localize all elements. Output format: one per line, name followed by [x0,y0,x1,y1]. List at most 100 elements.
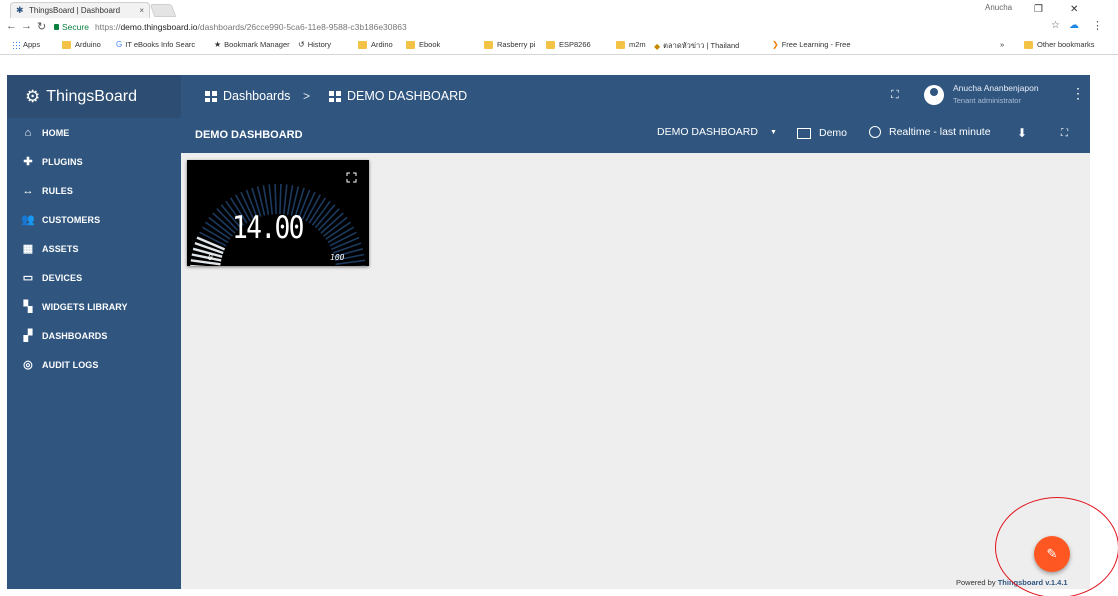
code-arrows-icon: ↔ [22,184,34,197]
bookmark-label: Rasberry pi [497,40,536,49]
close-window-icon[interactable]: ✕ [1070,4,1078,15]
more-bookmarks-button[interactable]: » [1000,40,1004,49]
bookmark-label: ตลาดหัวข่าว | Thailand [663,41,740,50]
fullscreen-icon[interactable]: ⛶ [1061,128,1068,139]
breadcrumb-label: DEMO DASHBOARD [347,89,468,103]
bookmark-label: Ardino [371,40,393,49]
thingsboard-favicon-icon: ✱ [16,5,24,15]
reload-icon[interactable]: ↻ [37,20,46,33]
packt-icon: ❯ [772,40,779,49]
new-tab-button[interactable] [149,4,177,17]
entity-alias-label: Demo [819,127,848,139]
forward-arrow-icon[interactable]: → [21,20,32,32]
page-margin [0,55,1118,75]
widget-fullscreen-icon-path [346,172,357,183]
bookmark-ebook[interactable]: Ebook [406,40,440,49]
tab-close-icon[interactable]: × [139,6,144,15]
bookmark-label: m2m [629,40,646,49]
cloud-extension-icon[interactable]: ☁ [1069,20,1079,31]
people-icon: 👥 [21,214,35,226]
home-icon: ⌂ [24,126,32,139]
dashboard-title: DEMO DASHBOARD [195,129,303,141]
sidebar-item-assets[interactable]: ▦ ASSETS [7,234,181,263]
dashboard-icon [205,90,217,102]
browser-toolbar: ← → ↻ Secure https://demo.thingsboard.io… [0,18,1118,36]
timewindow-button[interactable]: Realtime - last minute [869,126,991,138]
star-icon: ★ [214,40,222,49]
dashboard-icon: ▞ [23,330,33,342]
sidebar-item-devices[interactable]: ▭ DEVICES [7,263,181,292]
bookmark-esp8266[interactable]: ESP8266 [546,40,591,49]
user-role: Tenant administrator [953,96,1021,105]
bookmark-it-ebooks[interactable]: G IT eBooks Info Searc [116,40,195,49]
bookmark-rasberry-pi[interactable]: Rasberry pi [484,40,535,49]
user-name[interactable]: Anucha Ananbenjapon [953,83,1039,93]
back-arrow-icon[interactable]: ← [6,20,17,32]
sidebar-item-label: RULES [42,185,74,196]
breadcrumb-dashboards[interactable]: Dashboards [205,89,290,103]
download-icon[interactable]: ⬇ [1017,126,1027,140]
browser-profile-name[interactable]: Anucha [985,3,1012,12]
sidebar-item-label: ASSETS [42,243,79,254]
history-icon: ↺ [298,40,305,49]
dropdown-caret-icon: ▼ [769,128,777,136]
google-icon: G [116,40,123,49]
fullscreen-icon[interactable]: ⛶ [891,89,899,102]
sidebar-item-rules[interactable]: ↔ RULES [7,176,181,205]
browser-tab-strip: ✱ ThingsBoard | Dashboard × Anucha ❐ ✕ [0,0,1118,18]
bookmark-arduino[interactable]: Arduino [62,40,101,49]
sidebar-item-audit-logs[interactable]: ◎ AUDIT LOGS [7,350,181,379]
timewindow-label: Realtime - last minute [889,126,991,138]
bookmark-label: Free Learning - Free [781,40,851,49]
bookmark-apps[interactable]: Apps [12,40,40,49]
bookmark-label: History [307,40,332,49]
url-path: /dashboards/26cce990-5ca6-11e8-9588-c3b1… [197,22,407,32]
sidebar-item-widgets-library[interactable]: ▚ WIDGETS LIBRARY [7,292,181,321]
bookmark-thailand[interactable]: ◆ ตลาดหัวข่าว | Thailand [654,40,739,52]
tab-title: ThingsBoard | Dashboard [29,6,121,15]
annotation-circle [995,497,1118,596]
sidebar-item-label: WIDGETS LIBRARY [42,301,128,312]
entity-alias-button[interactable]: Demo [797,127,847,139]
sidebar-item-label: AUDIT LOGS [42,359,99,370]
widget-fullscreen-icon[interactable] [346,172,357,183]
bookmark-free-learning[interactable]: ❯ Free Learning - Free [772,40,851,49]
restore-window-icon[interactable]: ❐ [1034,4,1043,15]
sidebar-item-customers[interactable]: 👥 CUSTOMERS [7,205,181,234]
browser-tab[interactable]: ✱ ThingsBoard | Dashboard × [10,2,150,18]
browser-menu-icon[interactable]: ⋮ [1092,19,1103,32]
sidebar-item-label: CUSTOMERS [42,214,101,225]
bookmark-label: Apps [23,40,41,49]
sidebar-item-dashboards[interactable]: ▞ DASHBOARDS [7,321,181,350]
breadcrumb-label: Dashboards [223,89,291,103]
bookmark-star-icon[interactable]: ☆ [1051,20,1060,31]
devices-icon: ▭ [22,272,34,284]
bookmark-manager[interactable]: ★ Bookmark Manager [214,40,290,49]
breadcrumb-current: DEMO DASHBOARD [329,89,467,103]
address-bar[interactable]: Secure https://demo.thingsboard.io/dashb… [54,20,1054,34]
logo-text: ThingsBoard [46,87,137,105]
dashboard-select[interactable]: DEMO DASHBOARD ▼ [657,126,777,138]
more-vert-icon[interactable]: ⋮ [1071,86,1085,100]
other-bookmarks[interactable]: Other bookmarks [1024,40,1095,49]
bookmark-ardino[interactable]: Ardino [358,40,393,49]
url-host: demo.thingsboard.io [120,22,198,32]
gauge-empty-segment [332,242,362,254]
sidebar-item-label: DEVICES [42,272,83,283]
secure-indicator[interactable]: Secure [54,22,89,32]
sidebar-menu: ⌂ HOME ✚ PLUGINS ↔ RULES 👥 CUSTOMERS ▦ ASSETS… [7,118,181,379]
app-logo[interactable]: ⚙ ThingsBoard [7,75,181,118]
dashboard-icon [329,90,341,102]
bookmark-history[interactable]: ↺ History [298,40,331,49]
bookmark-m2m[interactable]: m2m [616,40,646,49]
sidebar-item-home[interactable]: ⌂ HOME [7,118,181,147]
sidebar-item-plugins[interactable]: ✚ PLUGINS [7,147,181,176]
bookmarks-bar: Apps Arduino G IT eBooks Info Searc ★ Book… [0,36,1118,55]
puzzle-icon: ✚ [23,156,33,168]
avatar[interactable] [924,85,944,105]
dashboard-toolbar: DEMO DASHBOARD DEMO DASHBOARD ▼ Demo Rea… [181,118,1090,153]
url-scheme: https:// [94,22,121,32]
dashboard-select-value: DEMO DASHBOARD [657,126,758,138]
bookmark-label: IT eBooks Info Searc [125,40,196,49]
folder-icon [546,40,555,49]
